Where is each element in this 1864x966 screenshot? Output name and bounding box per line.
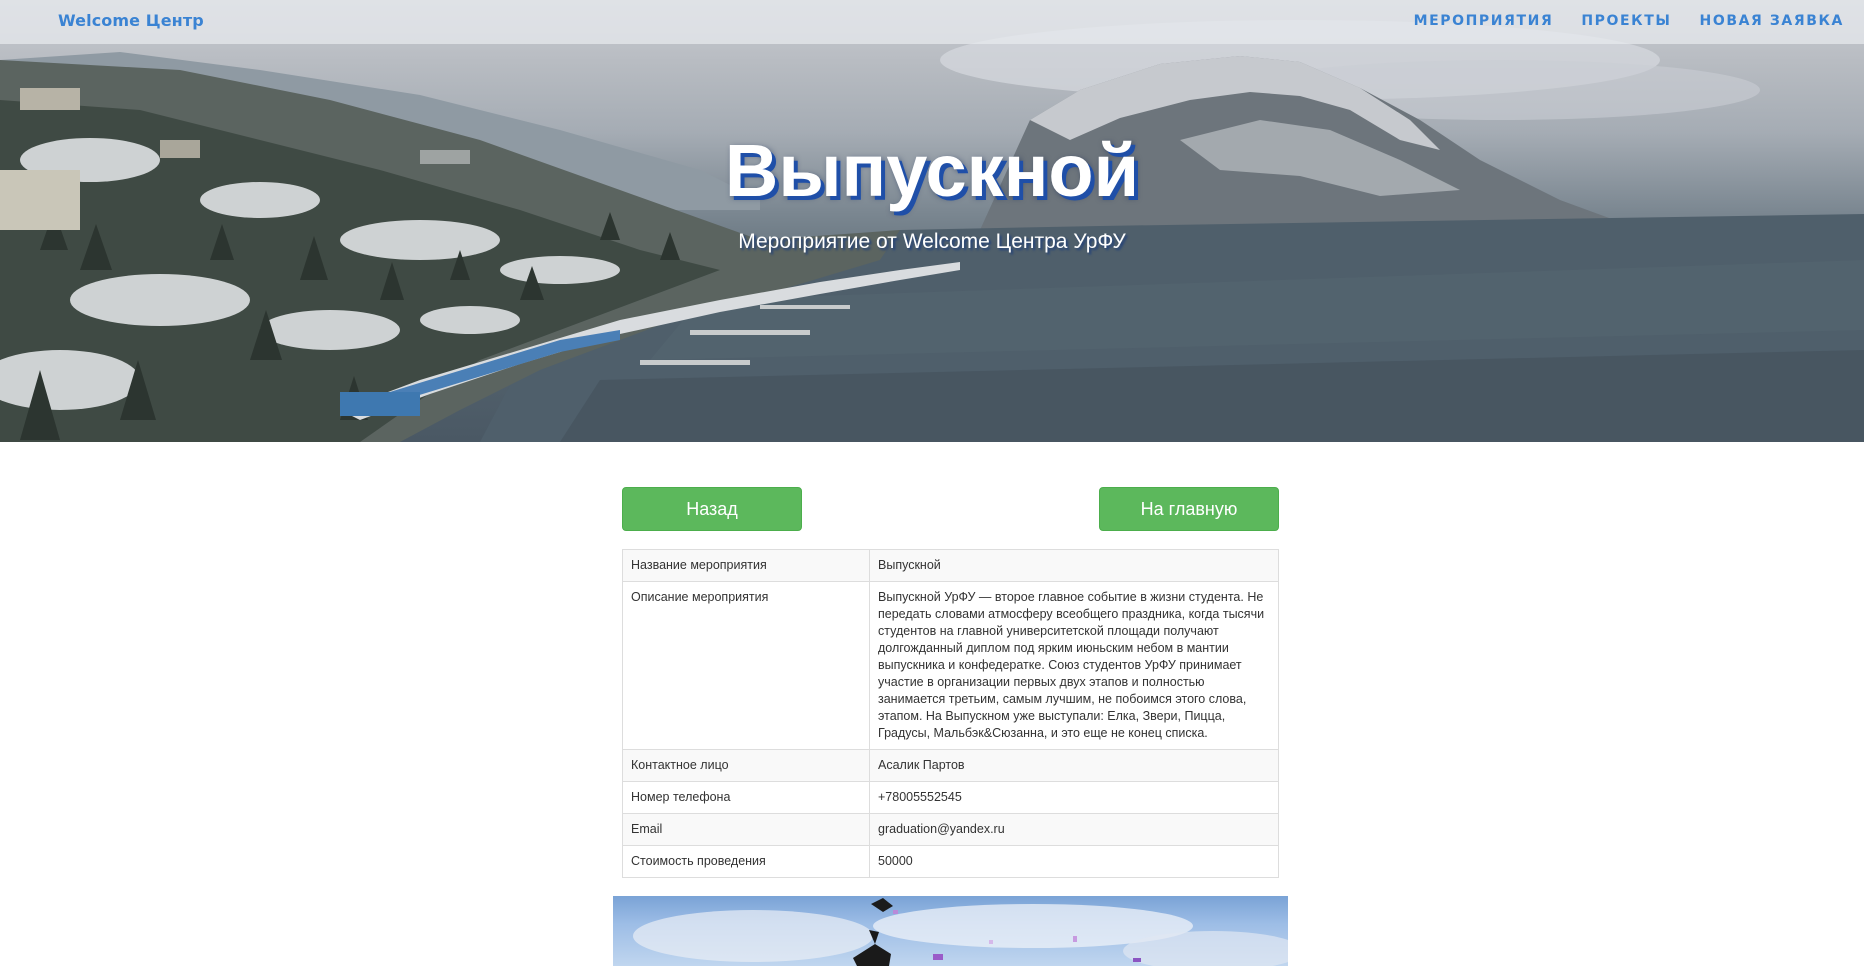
nav-links: МЕРОПРИЯТИЯ ПРОЕКТЫ НОВАЯ ЗАЯВКА [1414, 13, 1844, 29]
row-value-phone: +78005552545 [869, 781, 1279, 814]
brand-link[interactable]: Welcome Центр [58, 11, 204, 30]
graduation-photo [613, 896, 1288, 966]
hero-banner [0, 0, 1864, 442]
hero-landscape-image [0, 20, 1864, 442]
row-value-contact: Асалик Партов [869, 749, 1279, 782]
row-label-event-name: Название мероприятия [622, 549, 870, 582]
event-details-table: Название мероприятия Выпускной Описание … [622, 549, 1279, 878]
row-value-cost: 50000 [869, 845, 1279, 878]
table-row: Название мероприятия Выпускной [622, 549, 1279, 582]
table-row: Email graduation@yandex.ru [622, 813, 1279, 846]
row-value-event-name: Выпускной [869, 549, 1279, 582]
back-button[interactable]: Назад [622, 487, 802, 531]
table-row: Номер телефона +78005552545 [622, 781, 1279, 814]
table-row: Контактное лицо Асалик Партов [622, 749, 1279, 782]
nav-link-events[interactable]: МЕРОПРИЯТИЯ [1414, 13, 1554, 29]
row-label-contact: Контактное лицо [622, 749, 870, 782]
graduation-photo-art [633, 898, 1288, 966]
row-value-email: graduation@yandex.ru [869, 813, 1279, 846]
nav-link-new-request[interactable]: НОВАЯ ЗАЯВКА [1700, 13, 1845, 29]
top-navbar: Welcome Центр МЕРОПРИЯТИЯ ПРОЕКТЫ НОВАЯ … [0, 0, 1864, 44]
table-row: Стоимость проведения 50000 [622, 845, 1279, 878]
table-row: Описание мероприятия Выпускной УрФУ — вт… [622, 581, 1279, 750]
hero-title: Выпускной [724, 129, 1140, 212]
row-value-description: Выпускной УрФУ — второе главное событие … [869, 581, 1279, 750]
home-button[interactable]: На главную [1099, 487, 1279, 531]
row-label-phone: Номер телефона [622, 781, 870, 814]
hero-subtitle: Мероприятие от Welcome Центра УрФУ [738, 230, 1126, 253]
nav-link-projects[interactable]: ПРОЕКТЫ [1581, 13, 1671, 29]
row-label-cost: Стоимость проведения [622, 845, 870, 878]
row-label-email: Email [622, 813, 870, 846]
row-label-description: Описание мероприятия [622, 581, 870, 750]
